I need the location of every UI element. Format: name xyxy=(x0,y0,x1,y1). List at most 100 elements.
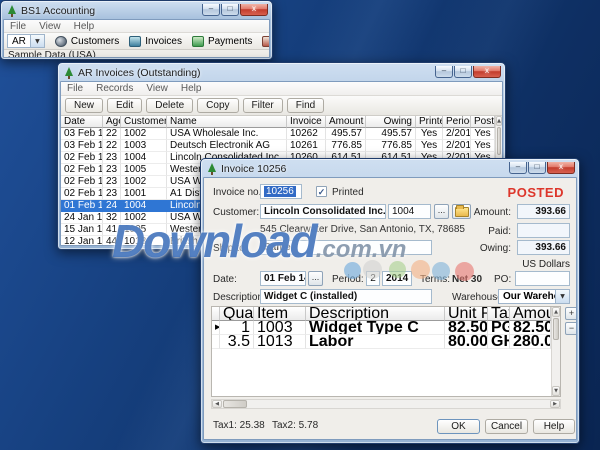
column-header[interactable]: Name xyxy=(167,116,287,128)
main-titlebar[interactable]: BS1 Accounting – □ x xyxy=(3,3,270,19)
menu-file[interactable]: File xyxy=(10,21,26,32)
table-cell[interactable]: PGH xyxy=(488,321,510,335)
table-cell[interactable]: 22 xyxy=(103,128,121,140)
table-cell[interactable]: Yes xyxy=(471,140,495,152)
vertical-scrollbar[interactable]: ▲ ▼ xyxy=(551,307,560,396)
customer-name-input[interactable]: Lincoln Consolidated Inc. xyxy=(260,204,386,219)
table-cell[interactable]: 1 xyxy=(220,321,254,335)
scrollbar-thumb[interactable] xyxy=(553,318,559,340)
menu-view[interactable]: View xyxy=(39,21,61,32)
table-cell[interactable]: 1018 xyxy=(121,236,167,246)
invoices-button[interactable]: Invoices xyxy=(129,36,182,47)
table-cell[interactable]: 1004 xyxy=(121,200,167,212)
copy-button[interactable]: Copy xyxy=(197,98,238,113)
close-button[interactable]: x xyxy=(240,4,268,16)
table-cell[interactable]: 82.50 xyxy=(510,321,551,335)
scroll-right-icon[interactable]: ▶ xyxy=(550,400,560,408)
table-cell[interactable]: 495.57 xyxy=(326,128,366,140)
scrollbar-thumb[interactable] xyxy=(497,127,501,155)
table-cell[interactable]: 01 Feb 14 xyxy=(61,200,103,212)
table-cell[interactable]: GH xyxy=(488,335,510,349)
table-row[interactable]: ▶11003Widget Type C82.50PGH82.50 xyxy=(212,321,551,335)
period-month-input[interactable]: 2 xyxy=(366,271,380,286)
scroll-up-icon[interactable]: ▲ xyxy=(552,307,560,317)
column-header[interactable]: Tax xyxy=(488,307,510,321)
printed-checkbox[interactable]: ✓ xyxy=(316,186,327,197)
table-cell[interactable]: 03 Feb 14 xyxy=(61,128,103,140)
date-browse-button[interactable]: ... xyxy=(308,271,323,286)
table-cell[interactable]: 44 xyxy=(103,236,121,246)
table-cell[interactable]: 1013 xyxy=(254,335,306,349)
column-header[interactable]: Age xyxy=(103,116,121,128)
table-row[interactable]: 3.51013Labor80.00GH280.00 xyxy=(212,335,551,349)
description-input[interactable]: Widget C (installed) xyxy=(260,289,432,304)
table-cell[interactable]: Labor xyxy=(306,335,445,349)
column-header[interactable]: Owing xyxy=(366,116,416,128)
menu-records[interactable]: Records xyxy=(96,83,133,94)
column-header[interactable]: Date xyxy=(61,116,103,128)
table-cell[interactable]: Widget Type C xyxy=(306,321,445,335)
date-input[interactable]: 01 Feb 14 xyxy=(260,271,306,286)
table-cell[interactable]: 24 xyxy=(103,200,121,212)
column-header[interactable]: Invoice no. xyxy=(287,116,326,128)
table-cell[interactable]: 776.85 xyxy=(326,140,366,152)
column-header[interactable]: Customer no. xyxy=(121,116,167,128)
scroll-down-icon[interactable]: ▼ xyxy=(552,386,560,396)
table-cell[interactable]: 23 xyxy=(103,176,121,188)
table-cell[interactable]: 15 Jan 14 xyxy=(61,224,103,236)
table-cell[interactable]: 1005 xyxy=(121,224,167,236)
table-cell[interactable]: 1003 xyxy=(121,140,167,152)
table-cell[interactable]: 10261 xyxy=(287,140,326,152)
table-cell[interactable]: 1001 xyxy=(121,188,167,200)
warehouse-select[interactable]: Our Warehouse ▼ xyxy=(498,289,570,304)
table-cell[interactable]: 82.50 xyxy=(445,321,488,335)
table-cell[interactable]: Yes xyxy=(471,128,495,140)
edit-button[interactable]: Edit xyxy=(107,98,142,113)
table-cell[interactable]: 1004 xyxy=(121,152,167,164)
horizontal-scrollbar[interactable]: ◀ ▶ xyxy=(211,399,561,409)
table-cell[interactable]: 02 Feb 14 xyxy=(61,164,103,176)
table-cell[interactable]: 02 Feb 14 xyxy=(61,152,103,164)
menu-help[interactable]: Help xyxy=(181,83,202,94)
table-cell[interactable]: 22 xyxy=(103,140,121,152)
invoice-no-input[interactable]: 10256 xyxy=(260,184,302,199)
column-header[interactable]: Amount xyxy=(326,116,366,128)
shipto-input[interactable]: Same xyxy=(260,240,432,255)
table-cell[interactable]: 23 xyxy=(103,152,121,164)
column-header[interactable]: Printed xyxy=(416,116,443,128)
customer-browse-button[interactable]: ... xyxy=(434,204,449,219)
column-header[interactable]: Quantity xyxy=(220,307,254,321)
table-row[interactable]: 03 Feb 14221002USA Wholesale Inc.1026249… xyxy=(61,128,495,140)
column-header[interactable]: Amount xyxy=(510,307,551,321)
table-cell[interactable]: 10262 xyxy=(287,128,326,140)
column-header[interactable]: Unit Price xyxy=(445,307,488,321)
menu-help[interactable]: Help xyxy=(74,21,95,32)
table-cell[interactable]: 1003 xyxy=(254,321,306,335)
table-cell[interactable]: 280.00 xyxy=(510,335,551,349)
table-cell[interactable]: 24 Jan 14 xyxy=(61,212,103,224)
payments-button[interactable]: Payments xyxy=(192,36,252,47)
help-button[interactable]: Help xyxy=(533,419,575,434)
close-button[interactable]: x xyxy=(473,66,501,78)
table-cell[interactable]: 1002 xyxy=(121,128,167,140)
scroll-left-icon[interactable]: ◀ xyxy=(212,400,222,408)
period-year-input[interactable]: 2014 xyxy=(382,271,412,286)
table-cell[interactable]: 03 Feb 14 xyxy=(61,140,103,152)
chevron-down-icon[interactable]: ▼ xyxy=(30,35,44,47)
delete-button[interactable]: Delete xyxy=(146,98,193,113)
table-cell[interactable]: Yes xyxy=(416,140,443,152)
new-button[interactable]: New xyxy=(65,98,103,113)
table-cell[interactable]: USA Wholesale Inc. xyxy=(167,128,287,140)
table-cell[interactable]: 1005 xyxy=(121,164,167,176)
invoice-titlebar[interactable]: Invoice 10256 – □ x xyxy=(203,161,577,177)
close-button[interactable]: x xyxy=(547,162,575,174)
remove-line-button[interactable]: − xyxy=(565,322,577,335)
ok-button[interactable]: OK xyxy=(437,419,480,434)
minimize-button[interactable]: – xyxy=(509,162,527,174)
table-cell[interactable]: 80.00 xyxy=(445,335,488,349)
add-line-button[interactable]: + xyxy=(565,307,577,320)
chevron-down-icon[interactable]: ▼ xyxy=(555,290,569,303)
table-cell[interactable]: 23 xyxy=(103,188,121,200)
menu-file[interactable]: File xyxy=(67,83,83,94)
table-cell[interactable]: 2/2014 xyxy=(443,128,471,140)
